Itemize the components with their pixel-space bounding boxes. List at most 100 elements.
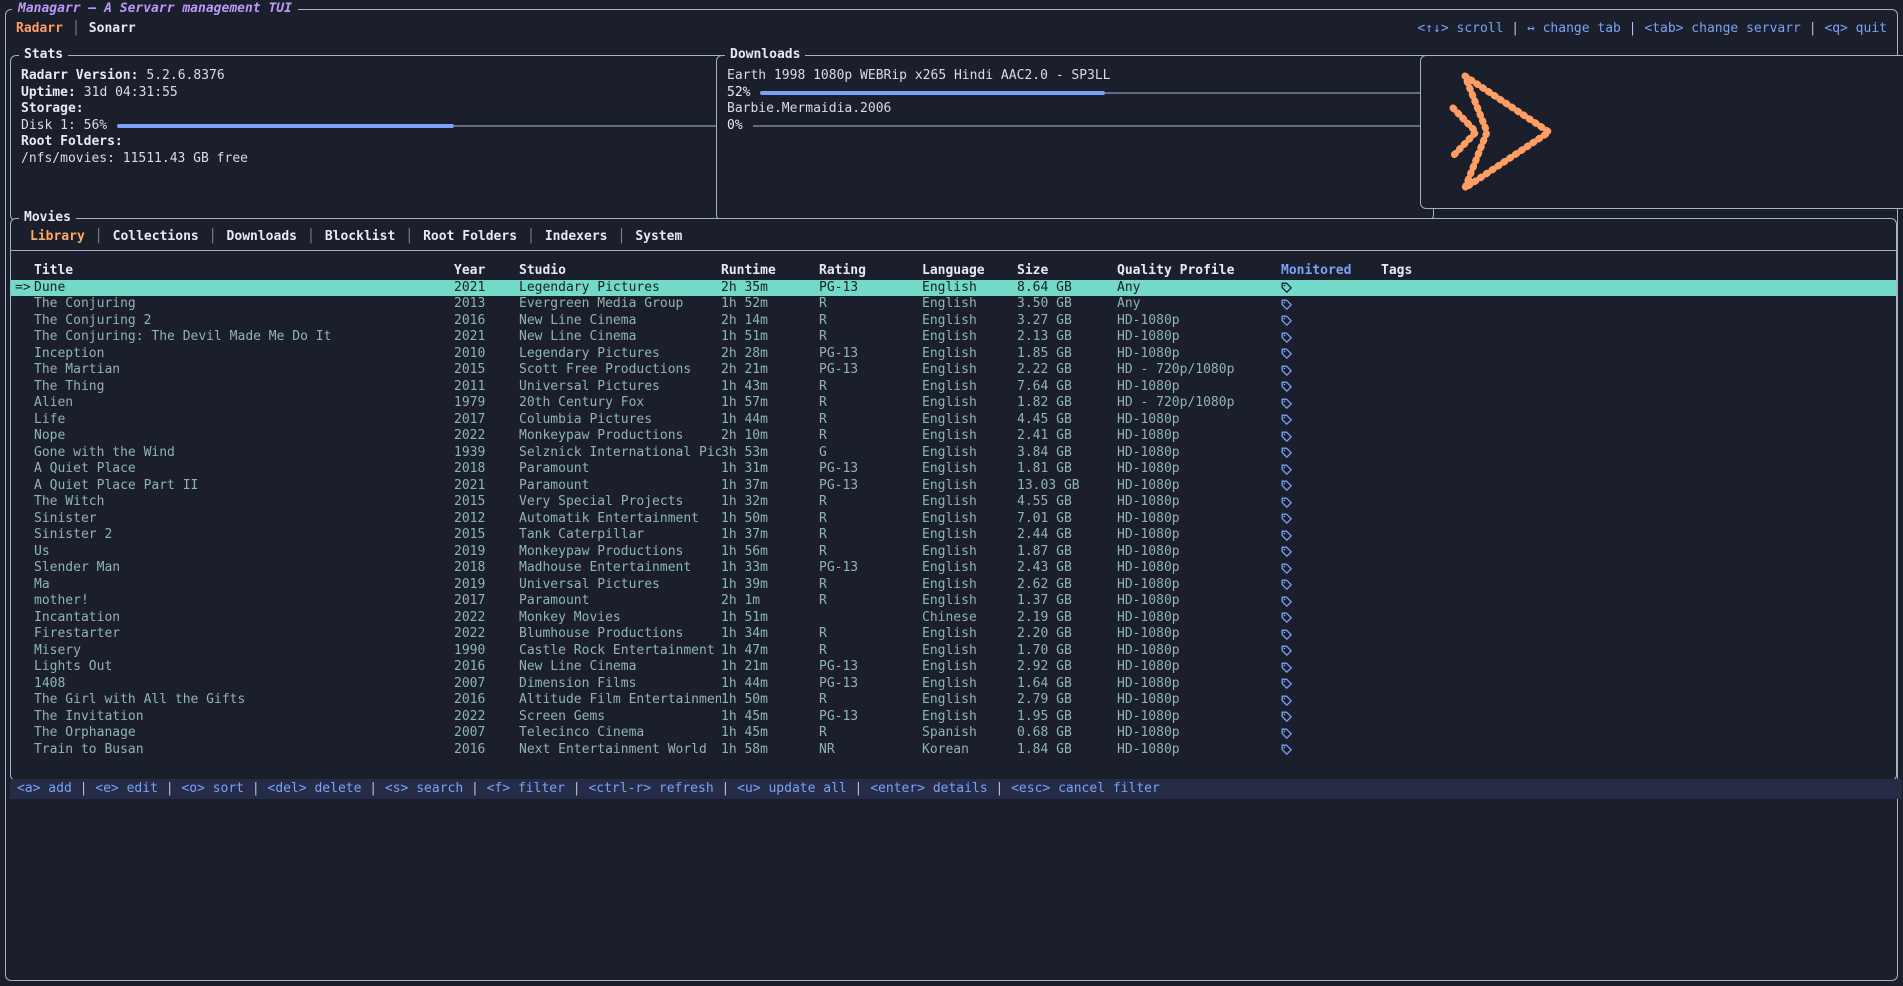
cell-tags: [1381, 428, 1896, 445]
movie-row[interactable]: A Quiet Place Part II2021Paramount1h 37m…: [11, 478, 1896, 495]
movie-row[interactable]: The Conjuring2013Evergreen Media Group1h…: [11, 296, 1896, 313]
tag-icon: [1281, 711, 1292, 722]
cell-tags: [1381, 494, 1896, 511]
cell-size: 2.92 GB: [1017, 659, 1117, 676]
hint-separator: |: [1801, 21, 1824, 36]
movie-row[interactable]: The Conjuring: The Devil Made Me Do It20…: [11, 329, 1896, 346]
cell-rating: R: [819, 313, 922, 330]
hint-separator: |: [1621, 21, 1644, 36]
cell-runtime: 2h 1m: [721, 593, 819, 610]
hint-separator: |: [158, 781, 181, 796]
row-highlight-marker: [11, 445, 34, 462]
cell-runtime: 1h 51m: [721, 329, 819, 346]
cell-tags: [1381, 527, 1896, 544]
cell-studio: Columbia Pictures: [519, 412, 721, 429]
cell-year: 1939: [454, 445, 519, 462]
movie-row[interactable]: Misery1990Castle Rock Entertainment1h 47…: [11, 643, 1896, 660]
tab-sonarr[interactable]: Sonarr: [89, 21, 136, 36]
cell-studio: Tank Caterpillar: [519, 527, 721, 544]
movie-row[interactable]: The Orphanage2007Telecinco Cinema1h 45mR…: [11, 725, 1896, 742]
cell-title: The Girl with All the Gifts: [34, 692, 454, 709]
hint-separator: |: [72, 781, 95, 796]
cell-year: 2022: [454, 626, 519, 643]
movie-row[interactable]: The Witch2015Very Special Projects1h 32m…: [11, 494, 1896, 511]
movie-row[interactable]: Inception2010Legendary Pictures2h 28mPG-…: [11, 346, 1896, 363]
cell-studio: Monkeypaw Productions: [519, 544, 721, 561]
movie-row[interactable]: =>Dune2021Legendary Pictures2h 35mPG-13E…: [11, 280, 1896, 297]
movie-row[interactable]: The Thing2011Universal Pictures1h 43mREn…: [11, 379, 1896, 396]
movie-row[interactable]: A Quiet Place2018Paramount1h 31mPG-13Eng…: [11, 461, 1896, 478]
cell-year: 2017: [454, 593, 519, 610]
movies-tab-library[interactable]: Library: [30, 229, 85, 244]
movie-row[interactable]: Gone with the Wind1939Selznick Internati…: [11, 445, 1896, 462]
cell-quality: HD-1080p: [1117, 494, 1279, 511]
tag-icon: [1281, 678, 1292, 689]
cell-runtime: 1h 44m: [721, 412, 819, 429]
cell-runtime: 1h 34m: [721, 626, 819, 643]
tag-icon: [1281, 299, 1292, 310]
movie-row[interactable]: The Conjuring 22016New Line Cinema2h 14m…: [11, 313, 1896, 330]
cell-studio: Dimension Films: [519, 676, 721, 693]
cell-language: English: [922, 280, 1017, 297]
cell-title: The Conjuring 2: [34, 313, 454, 330]
cell-size: 1.82 GB: [1017, 395, 1117, 412]
cell-language: English: [922, 692, 1017, 709]
movie-row[interactable]: The Martian2015Scott Free Productions2h …: [11, 362, 1896, 379]
movies-tab-system[interactable]: System: [635, 229, 682, 244]
movies-tab-downloads[interactable]: Downloads: [227, 229, 297, 244]
cell-size: 1.81 GB: [1017, 461, 1117, 478]
hint-separator: |: [988, 781, 1011, 796]
cell-title: The Conjuring: The Devil Made Me Do It: [34, 329, 454, 346]
cell-size: 2.41 GB: [1017, 428, 1117, 445]
cell-size: 1.70 GB: [1017, 643, 1117, 660]
cell-rating: R: [819, 725, 922, 742]
movies-tab-blocklist[interactable]: Blocklist: [325, 229, 395, 244]
movie-row[interactable]: The Girl with All the Gifts2016Altitude …: [11, 692, 1896, 709]
cell-year: 2010: [454, 346, 519, 363]
row-highlight-marker: [11, 626, 34, 643]
movie-row[interactable]: Train to Busan2016Next Entertainment Wor…: [11, 742, 1896, 759]
movie-row[interactable]: Lights Out2016New Line Cinema1h 21mPG-13…: [11, 659, 1896, 676]
row-highlight-marker: [11, 676, 34, 693]
row-highlight-marker: [11, 692, 34, 709]
movie-row[interactable]: mother!2017Paramount2h 1mREnglish1.37 GB…: [11, 593, 1896, 610]
uptime-value: 31d 04:31:55: [84, 85, 178, 102]
movie-row[interactable]: Incantation2022Monkey Movies1h 51mChines…: [11, 610, 1896, 627]
movie-row[interactable]: Sinister 22015Tank Caterpillar1h 37mREng…: [11, 527, 1896, 544]
column-header-title: Title: [34, 263, 454, 280]
movie-row[interactable]: 14082007Dimension Films1h 44mPG-13Englis…: [11, 676, 1896, 693]
movie-row[interactable]: Us2019Monkeypaw Productions1h 56mREnglis…: [11, 544, 1896, 561]
cell-studio: Castle Rock Entertainment: [519, 643, 721, 660]
movie-row[interactable]: Nope2022Monkeypaw Productions2h 10mREngl…: [11, 428, 1896, 445]
movie-row[interactable]: Alien197920th Century Fox1h 57mREnglish1…: [11, 395, 1896, 412]
cell-quality: HD - 720p/1080p: [1117, 362, 1279, 379]
movie-row[interactable]: Ma2019Universal Pictures1h 39mREnglish2.…: [11, 577, 1896, 594]
movie-row[interactable]: Life2017Columbia Pictures1h 44mREnglish4…: [11, 412, 1896, 429]
uptime-label: Uptime:: [21, 85, 76, 102]
cell-studio: Madhouse Entertainment: [519, 560, 721, 577]
cell-quality: HD-1080p: [1117, 593, 1279, 610]
cell-language: English: [922, 544, 1017, 561]
cell-title: Alien: [34, 395, 454, 412]
movies-tab-collections[interactable]: Collections: [113, 229, 199, 244]
download-progress-gauge: [760, 85, 1423, 102]
cell-quality: HD-1080p: [1117, 478, 1279, 495]
tag-icon: [1281, 546, 1292, 557]
movie-row[interactable]: Firestarter2022Blumhouse Productions1h 3…: [11, 626, 1896, 643]
movie-row[interactable]: Sinister2012Automatik Entertainment1h 50…: [11, 511, 1896, 528]
tag-icon: [1281, 530, 1292, 541]
monitored-tag-icon: [1279, 445, 1381, 462]
monitored-tag-icon: [1279, 692, 1381, 709]
cell-runtime: 1h 50m: [721, 692, 819, 709]
movie-row[interactable]: Slender Man2018Madhouse Entertainment1h …: [11, 560, 1896, 577]
movie-row[interactable]: The Invitation2022Screen Gems1h 45mPG-13…: [11, 709, 1896, 726]
movies-tab-root-folders[interactable]: Root Folders: [423, 229, 517, 244]
cell-studio: Selznick International Pic: [519, 445, 721, 462]
monitored-tag-icon: [1279, 494, 1381, 511]
tab-radarr[interactable]: Radarr: [16, 21, 63, 36]
movies-tab-indexers[interactable]: Indexers: [545, 229, 608, 244]
row-highlight-marker: [11, 742, 34, 759]
cell-quality: Any: [1117, 296, 1279, 313]
cell-tags: [1381, 610, 1896, 627]
cell-runtime: 2h 28m: [721, 346, 819, 363]
